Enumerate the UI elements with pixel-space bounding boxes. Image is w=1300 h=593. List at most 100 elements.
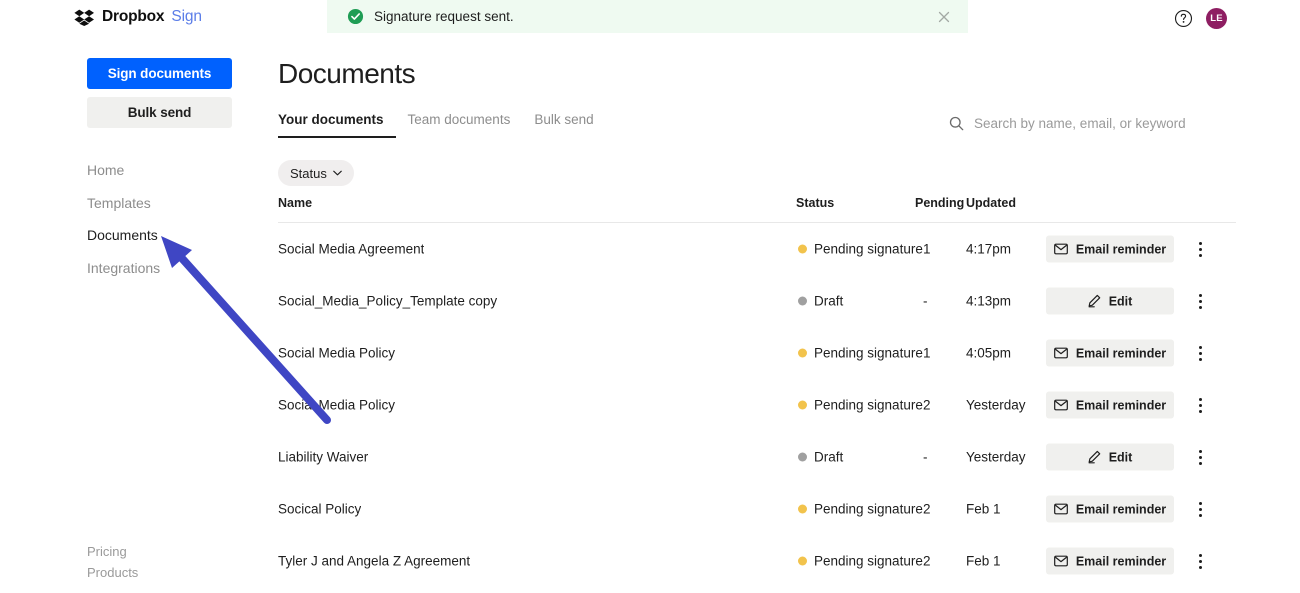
row-menu-button[interactable] [1190, 499, 1210, 519]
status-label: Pending signature [814, 346, 923, 361]
row-menu-button[interactable] [1190, 239, 1210, 259]
pencil-icon [1088, 451, 1101, 464]
top-bar: Dropbox Sign Signature request sent. LE [0, 0, 1300, 36]
email-reminder-button[interactable]: Email reminder [1046, 340, 1174, 367]
search-bar[interactable] [949, 116, 1224, 131]
documents-table: Name Status Pending Updated Social Media… [278, 196, 1236, 587]
status-filter-button[interactable]: Status [278, 160, 354, 186]
email-reminder-button[interactable]: Email reminder [1046, 392, 1174, 419]
tab-your-documents[interactable]: Your documents [278, 112, 396, 138]
action-label: Edit [1109, 294, 1133, 308]
cell-name: Social Media Policy [278, 398, 395, 413]
row-menu-button[interactable] [1190, 395, 1210, 415]
status-label: Draft [814, 450, 843, 465]
cell-pending: 2 [923, 398, 931, 413]
status-dot-draft [798, 453, 807, 462]
status-dot-pending [798, 557, 807, 566]
avatar[interactable]: LE [1206, 8, 1227, 29]
sidebar-item-documents[interactable]: Documents [87, 219, 247, 252]
brand-suffix: Sign [171, 8, 202, 26]
sidebar-item-home[interactable]: Home [87, 154, 247, 187]
cell-name: Liability Waiver [278, 450, 368, 465]
brand-logo[interactable]: Dropbox Sign [74, 8, 202, 26]
cell-pending: 2 [923, 554, 931, 569]
sidebar-footer-nav: Pricing Products [87, 541, 247, 583]
cell-status: Pending signature [798, 398, 923, 413]
success-toast: Signature request sent. [327, 0, 968, 33]
tab-team-documents[interactable]: Team documents [396, 112, 523, 138]
action-label: Email reminder [1076, 346, 1166, 360]
status-dot-pending [798, 245, 807, 254]
tab-bulk-send[interactable]: Bulk send [522, 112, 605, 138]
table-row[interactable]: Socical Policy Pending signature 2 Feb 1… [278, 483, 1236, 535]
envelope-icon [1054, 244, 1068, 255]
cell-status: Pending signature [798, 346, 923, 361]
cell-pending: - [923, 294, 928, 309]
cell-pending: - [923, 450, 928, 465]
cell-status: Pending signature [798, 554, 923, 569]
status-label: Pending signature [814, 502, 923, 517]
status-dot-draft [798, 297, 807, 306]
table-row[interactable]: Social Media Agreement Pending signature… [278, 223, 1236, 275]
chevron-down-icon [333, 170, 342, 176]
sidebar: Sign documents Bulk send Home Templates … [0, 36, 262, 593]
cell-name: Social_Media_Policy_Template copy [278, 294, 497, 309]
cell-status: Pending signature [798, 242, 923, 257]
table-header-row: Name Status Pending Updated [278, 196, 1236, 223]
status-label: Draft [814, 294, 843, 309]
dropbox-sign-documents-page: Dropbox Sign Signature request sent. LE … [0, 0, 1300, 593]
column-header-status: Status [796, 196, 834, 210]
table-row[interactable]: Social Media Policy Pending signature 1 … [278, 327, 1236, 379]
email-reminder-button[interactable]: Email reminder [1046, 496, 1174, 523]
help-circle-icon[interactable] [1174, 9, 1193, 28]
row-menu-button[interactable] [1190, 551, 1210, 571]
column-header-updated: Updated [966, 196, 1016, 210]
top-bar-actions: LE [1174, 8, 1227, 29]
envelope-icon [1054, 504, 1068, 515]
cell-pending: 1 [923, 346, 931, 361]
row-menu-button[interactable] [1190, 291, 1210, 311]
cell-name: Socical Policy [278, 502, 361, 517]
cell-name: Social Media Agreement [278, 242, 424, 257]
email-reminder-button[interactable]: Email reminder [1046, 548, 1174, 575]
cell-updated: 4:17pm [966, 242, 1011, 257]
cell-status: Draft [798, 294, 843, 309]
close-icon[interactable] [936, 9, 952, 25]
table-row[interactable]: Liability Waiver Draft - Yesterday Edit [278, 431, 1236, 483]
status-label: Pending signature [814, 398, 923, 413]
cell-updated: Feb 1 [966, 554, 1001, 569]
main-content: Documents Your documents Team documents … [262, 36, 1300, 593]
table-row[interactable]: Social Media Policy Pending signature 2 … [278, 379, 1236, 431]
cell-status: Pending signature [798, 502, 923, 517]
pencil-icon [1088, 295, 1101, 308]
column-header-pending: Pending [915, 196, 964, 210]
cell-updated: 4:05pm [966, 346, 1011, 361]
documents-tabs: Your documents Team documents Bulk send [278, 112, 606, 138]
table-row[interactable]: Tyler J and Angela Z Agreement Pending s… [278, 535, 1236, 587]
table-row[interactable]: Social_Media_Policy_Template copy Draft … [278, 275, 1236, 327]
cell-updated: Yesterday [966, 450, 1026, 465]
edit-button[interactable]: Edit [1046, 288, 1174, 315]
sidebar-item-integrations[interactable]: Integrations [87, 252, 247, 285]
cell-name: Tyler J and Angela Z Agreement [278, 554, 470, 569]
cell-status: Draft [798, 450, 843, 465]
search-input[interactable] [974, 116, 1224, 131]
status-filter-label: Status [290, 166, 327, 181]
status-dot-pending [798, 401, 807, 410]
sidebar-item-products[interactable]: Products [87, 562, 247, 583]
toast-message: Signature request sent. [374, 9, 936, 24]
envelope-icon [1054, 400, 1068, 411]
edit-button[interactable]: Edit [1046, 444, 1174, 471]
cell-updated: Feb 1 [966, 502, 1001, 517]
row-menu-button[interactable] [1190, 343, 1210, 363]
sidebar-item-pricing[interactable]: Pricing [87, 541, 247, 562]
row-menu-button[interactable] [1190, 447, 1210, 467]
dropbox-butterfly-icon [74, 9, 95, 26]
sign-documents-button[interactable]: Sign documents [87, 58, 232, 89]
bulk-send-button[interactable]: Bulk send [87, 97, 232, 128]
search-icon [949, 116, 964, 131]
cell-updated: Yesterday [966, 398, 1026, 413]
action-label: Email reminder [1076, 554, 1166, 568]
email-reminder-button[interactable]: Email reminder [1046, 236, 1174, 263]
sidebar-item-templates[interactable]: Templates [87, 187, 247, 220]
